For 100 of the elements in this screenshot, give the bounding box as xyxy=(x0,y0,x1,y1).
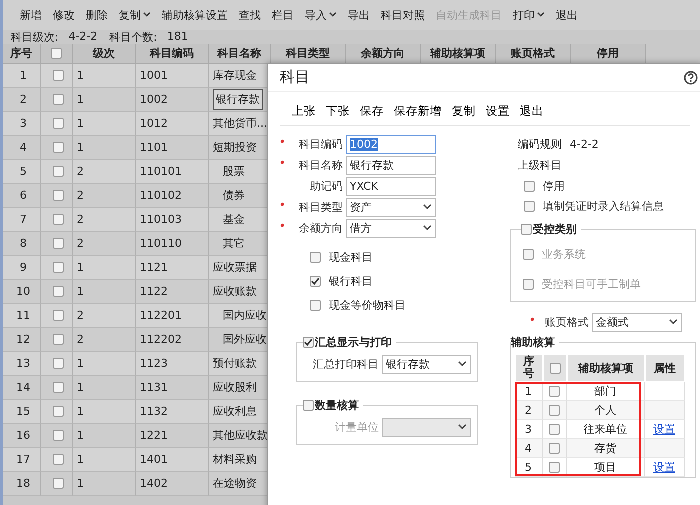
table-cell: 1 xyxy=(73,112,136,136)
row-checkbox[interactable] xyxy=(53,70,64,81)
checkbox[interactable] xyxy=(310,300,321,310)
row-checkbox[interactable] xyxy=(53,286,64,297)
select-field[interactable]: 借方 xyxy=(346,218,436,238)
table-cell: 预付账款 xyxy=(213,356,257,371)
checkbox[interactable] xyxy=(310,276,321,286)
checkbox[interactable] xyxy=(51,48,62,59)
caret-icon xyxy=(143,12,151,18)
table-cell: 13 xyxy=(3,352,41,376)
row-checkbox[interactable] xyxy=(53,262,64,273)
toolbar-button[interactable]: 上张 xyxy=(292,104,316,119)
table-cell: 1123 xyxy=(136,352,209,376)
table-cell: 1 xyxy=(3,64,41,88)
checkbox[interactable] xyxy=(303,337,314,348)
table-cell: 1 xyxy=(73,352,136,376)
select-field[interactable]: 金额式 xyxy=(592,312,682,332)
row-checkbox[interactable] xyxy=(53,430,64,441)
table-cell: 1 xyxy=(73,136,136,160)
row-checkbox[interactable] xyxy=(53,142,64,153)
table-cell: 1401 xyxy=(136,448,209,472)
toolbar-button[interactable]: 设置 xyxy=(486,104,510,119)
table-cell: 11 xyxy=(3,304,41,328)
column-header: 辅助核算项 xyxy=(567,354,645,382)
caret-icon xyxy=(537,12,545,18)
input-field[interactable]: 1002 xyxy=(346,134,436,154)
checkbox[interactable] xyxy=(303,400,314,411)
row-checkbox[interactable] xyxy=(53,358,64,369)
table-cell: 1 xyxy=(73,88,136,112)
table-cell: 债券 xyxy=(223,188,245,203)
table-cell: 1 xyxy=(73,376,136,400)
toolbar-button[interactable]: 复制 xyxy=(452,104,476,119)
toolbar-button[interactable]: 新增 xyxy=(15,8,47,22)
table-cell xyxy=(645,382,685,401)
toolbar-button[interactable]: 辅助核算设置 xyxy=(157,8,233,22)
field-label: 汇总打印科目 xyxy=(312,356,380,372)
row-checkbox[interactable] xyxy=(53,166,64,177)
info-value: 4-2-2 xyxy=(68,30,98,44)
table-cell: 1101 xyxy=(136,136,209,160)
toolbar-button[interactable]: 栏目 xyxy=(267,8,299,22)
select-field[interactable]: 银行存款 xyxy=(382,354,471,374)
toolbar-button[interactable]: 打印 xyxy=(508,8,550,22)
settings-link[interactable]: 设置 xyxy=(654,422,676,436)
toolbar-button[interactable]: 复制 xyxy=(114,8,156,22)
toolbar-button[interactable]: 导出 xyxy=(343,8,375,22)
toolbar-button[interactable]: 退出 xyxy=(520,104,544,119)
checkbox[interactable] xyxy=(521,224,532,235)
input-field[interactable]: 银行存款 xyxy=(346,156,436,174)
checkbox-label: 银行科目 xyxy=(329,274,373,288)
settings-link[interactable]: 设置 xyxy=(654,460,676,474)
table-cell: 4 xyxy=(515,439,543,458)
toolbar-button[interactable]: 科目对照 xyxy=(376,8,430,22)
table-cell: 3 xyxy=(3,112,41,136)
table-cell: 其他货币... xyxy=(213,116,268,131)
checkbox[interactable] xyxy=(524,180,535,192)
row-checkbox[interactable] xyxy=(53,214,64,225)
table-cell: 在途物资 xyxy=(213,476,257,491)
row-checkbox[interactable] xyxy=(549,424,560,434)
table-cell: 银行存款 xyxy=(213,89,263,110)
row-checkbox[interactable] xyxy=(53,238,64,249)
toolbar-button[interactable]: 查找 xyxy=(234,8,266,22)
row-checkbox[interactable] xyxy=(53,454,64,465)
checkbox[interactable] xyxy=(524,200,535,212)
checkbox[interactable] xyxy=(550,362,560,374)
row-checkbox[interactable] xyxy=(53,310,64,321)
table-cell: 17 xyxy=(3,448,41,472)
select-field[interactable]: 资产 xyxy=(346,198,436,216)
toolbar-button[interactable]: 删除 xyxy=(81,8,113,22)
checkbox-label: 受控科目可手工制单 xyxy=(542,276,641,292)
toolbar-button[interactable]: 保存 xyxy=(360,104,384,119)
row-checkbox[interactable] xyxy=(53,382,64,393)
toolbar-button[interactable]: 保存新增 xyxy=(394,104,442,119)
table-cell: 1122 xyxy=(136,280,209,304)
input-field[interactable]: YXCK xyxy=(346,176,436,196)
help-icon[interactable] xyxy=(684,70,698,84)
table-cell: 14 xyxy=(3,376,41,400)
toolbar-button[interactable]: 下张 xyxy=(326,104,350,119)
row-checkbox[interactable] xyxy=(549,404,560,416)
table-cell: 8 xyxy=(3,232,41,256)
toolbar-button[interactable]: 导入 xyxy=(300,8,342,22)
toolbar-button[interactable]: 退出 xyxy=(551,8,583,22)
table-cell: 6 xyxy=(3,184,41,208)
table-cell: 应收账款 xyxy=(213,284,257,299)
table-cell: 9 xyxy=(3,256,41,280)
row-checkbox[interactable] xyxy=(53,94,64,105)
row-checkbox[interactable] xyxy=(549,442,560,454)
field-label: 助记码 xyxy=(309,178,344,194)
table-cell: 4 xyxy=(3,136,41,160)
row-checkbox[interactable] xyxy=(53,406,64,417)
toolbar-button[interactable]: 修改 xyxy=(48,8,80,22)
column-header: 序号 xyxy=(3,44,41,64)
row-checkbox[interactable] xyxy=(53,334,64,345)
row-checkbox[interactable] xyxy=(549,386,560,396)
column-header: 属性 xyxy=(645,354,685,382)
row-checkbox[interactable] xyxy=(53,478,64,489)
table-cell: 其他应收款 xyxy=(213,428,268,443)
row-checkbox[interactable] xyxy=(549,462,560,472)
row-checkbox[interactable] xyxy=(53,118,64,129)
row-checkbox[interactable] xyxy=(53,190,64,201)
checkbox[interactable] xyxy=(310,252,321,262)
